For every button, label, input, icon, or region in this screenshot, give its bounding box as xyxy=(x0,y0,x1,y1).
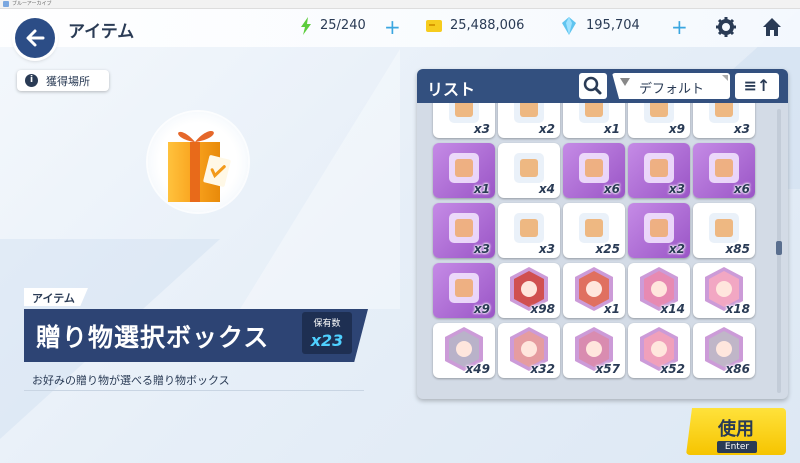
item-quantity: x6 xyxy=(603,182,620,196)
item-quantity: x4 xyxy=(538,182,555,196)
item-tile[interactable]: x18 xyxy=(693,263,755,318)
gem-icon xyxy=(562,17,576,35)
add-ap-button[interactable]: + xyxy=(384,17,401,37)
owned-count-box: 保有数 x23 xyxy=(302,312,352,354)
acquisition-source-button[interactable]: i 獲得場所 xyxy=(17,70,109,91)
item-tile[interactable]: x3 xyxy=(433,203,495,258)
item-grid: x3 x2 x1 x9 x3 x1 x4 x6 x3 x6 x3 x3 x25 x2 x85 x9 x98 x1 x… xyxy=(425,103,775,399)
item-quantity: x52 xyxy=(660,362,685,376)
window-title: ブルーアーカイブ xyxy=(12,1,52,7)
item-tile[interactable]: x86 xyxy=(693,323,755,378)
home-icon[interactable] xyxy=(762,17,782,37)
item-tile[interactable]: x3 xyxy=(433,103,495,138)
sort-dropdown[interactable]: デフォルト xyxy=(612,73,730,99)
gems-counter: 195,704 xyxy=(586,18,640,33)
item-quantity: x9 xyxy=(668,122,685,136)
item-quantity: x9 xyxy=(473,302,490,316)
acquisition-source-label: 獲得場所 xyxy=(46,75,90,88)
scrollbar-thumb[interactable] xyxy=(776,241,782,255)
lightning-icon xyxy=(301,17,311,35)
item-quantity: x14 xyxy=(660,302,685,316)
item-quantity: x6 xyxy=(733,182,750,196)
divider xyxy=(24,390,364,391)
item-quantity: x57 xyxy=(595,362,620,376)
arrow-left-icon xyxy=(26,29,45,47)
item-tile[interactable]: x3 xyxy=(693,103,755,138)
item-tile[interactable]: x3 xyxy=(498,203,560,258)
list-title: リスト xyxy=(427,80,476,99)
item-tile[interactable]: x57 xyxy=(563,323,625,378)
item-quantity: x3 xyxy=(668,182,685,196)
item-quantity: x3 xyxy=(538,242,555,256)
item-tile[interactable]: x4 xyxy=(498,143,560,198)
item-tile[interactable]: x49 xyxy=(433,323,495,378)
item-quantity: x18 xyxy=(725,302,750,316)
item-quantity: x1 xyxy=(603,122,620,136)
item-quantity: x25 xyxy=(595,242,620,256)
item-tile[interactable]: x6 xyxy=(693,143,755,198)
credit-icon xyxy=(426,20,442,32)
page-title: アイテム xyxy=(68,22,135,42)
item-quantity: x49 xyxy=(465,362,490,376)
item-quantity: x2 xyxy=(538,122,555,136)
owned-value: x23 xyxy=(310,331,344,350)
item-tile[interactable]: x85 xyxy=(693,203,755,258)
sort-order-icon: ≡↑ xyxy=(743,76,771,95)
window-titlebar: ブルーアーカイブ xyxy=(0,0,800,9)
item-tile[interactable]: x25 xyxy=(563,203,625,258)
sort-value: デフォルト xyxy=(639,82,705,97)
item-quantity: x3 xyxy=(733,122,750,136)
search-button[interactable] xyxy=(579,73,607,99)
item-tile[interactable]: x98 xyxy=(498,263,560,318)
item-list-panel: リスト デフォルト ≡↑ x3 x2 x1 x9 x3 x1 x4 x6 x3 x6 x3 x3 x25… xyxy=(417,69,788,399)
dropdown-corner-icon xyxy=(722,75,728,81)
list-header: リスト デフォルト ≡↑ xyxy=(417,69,788,103)
app-icon xyxy=(3,1,9,7)
item-quantity: x3 xyxy=(473,122,490,136)
item-quantity: x85 xyxy=(725,242,750,256)
item-tile[interactable]: x1 xyxy=(563,263,625,318)
item-category: アイテム xyxy=(32,292,75,305)
item-category-tag: アイテム xyxy=(24,288,88,306)
item-quantity: x86 xyxy=(725,362,750,376)
ap-counter: 25/240 xyxy=(320,18,366,33)
back-button[interactable] xyxy=(15,18,55,58)
item-tile[interactable]: x2 xyxy=(498,103,560,138)
item-tile[interactable]: x9 xyxy=(628,103,690,138)
item-tile[interactable]: x9 xyxy=(433,263,495,318)
filter-icon xyxy=(620,78,630,86)
add-gems-button[interactable]: + xyxy=(671,17,688,37)
search-icon xyxy=(583,76,602,95)
item-tile[interactable]: x32 xyxy=(498,323,560,378)
item-tile[interactable]: x6 xyxy=(563,143,625,198)
item-quantity: x3 xyxy=(473,242,490,256)
item-preview xyxy=(148,112,248,212)
item-description: お好みの贈り物が選べる贈り物ボックス xyxy=(32,374,230,387)
item-tile[interactable]: x3 xyxy=(628,143,690,198)
item-quantity: x98 xyxy=(530,302,555,316)
sort-order-button[interactable]: ≡↑ xyxy=(735,73,779,99)
item-tile[interactable]: x1 xyxy=(563,103,625,138)
item-quantity: x2 xyxy=(668,242,685,256)
item-tile[interactable]: x14 xyxy=(628,263,690,318)
use-button[interactable]: 使用 Enter xyxy=(686,408,786,455)
item-tile[interactable]: x52 xyxy=(628,323,690,378)
item-quantity: x1 xyxy=(473,182,490,196)
use-button-key: Enter xyxy=(717,441,757,453)
gear-icon[interactable] xyxy=(716,17,736,37)
gift-box-icon xyxy=(168,131,231,202)
use-button-label: 使用 xyxy=(718,419,754,440)
item-name: 贈り物選択ボックス xyxy=(36,323,270,352)
item-quantity: x32 xyxy=(530,362,555,376)
item-quantity: x1 xyxy=(603,302,620,316)
credits-counter: 25,488,006 xyxy=(450,18,525,33)
owned-label: 保有数 xyxy=(313,319,341,329)
info-icon: i xyxy=(25,74,38,87)
item-tile[interactable]: x2 xyxy=(628,203,690,258)
item-tile[interactable]: x1 xyxy=(433,143,495,198)
